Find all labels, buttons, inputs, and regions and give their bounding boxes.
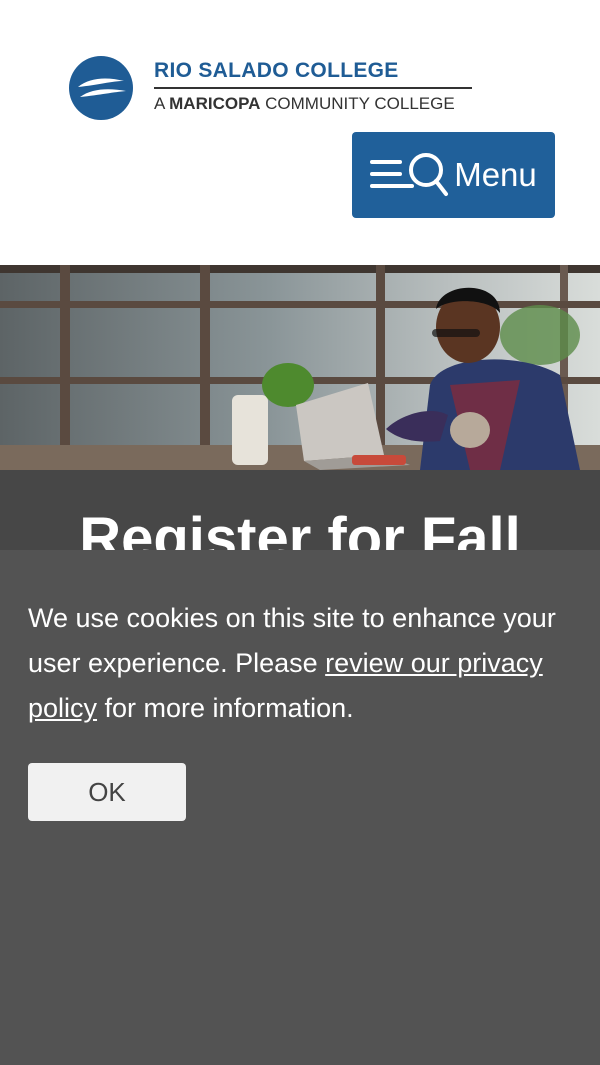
- logo-divider: [154, 87, 472, 89]
- cookie-text-after: for more information.: [97, 693, 354, 723]
- menu-label: Menu: [454, 156, 537, 193]
- cookie-message: We use cookies on this site to enhance y…: [28, 596, 576, 731]
- college-name: RIO SALADO COLLEGE: [154, 59, 399, 82]
- menu-button[interactable]: Menu: [352, 132, 555, 218]
- cookie-ok-button[interactable]: OK: [28, 763, 186, 821]
- student-with-laptop-photo: [0, 265, 600, 470]
- affiliation-bold: MARICOPA: [169, 94, 261, 113]
- hero-image: [0, 265, 600, 470]
- site-header: RIO SALADO COLLEGE A MARICOPA COMMUNITY …: [0, 0, 600, 265]
- affiliation-suffix: COMMUNITY COLLEGE: [260, 94, 455, 113]
- rio-salado-logo-icon: [69, 56, 133, 120]
- menu-search-icon: [370, 153, 449, 196]
- college-affiliation: A MARICOPA COMMUNITY COLLEGE: [154, 94, 455, 114]
- affiliation-prefix: A: [154, 94, 170, 113]
- college-logo-link[interactable]: RIO SALADO COLLEGE A MARICOPA COMMUNITY …: [68, 55, 478, 123]
- cookie-consent-banner: We use cookies on this site to enhance y…: [0, 550, 600, 1065]
